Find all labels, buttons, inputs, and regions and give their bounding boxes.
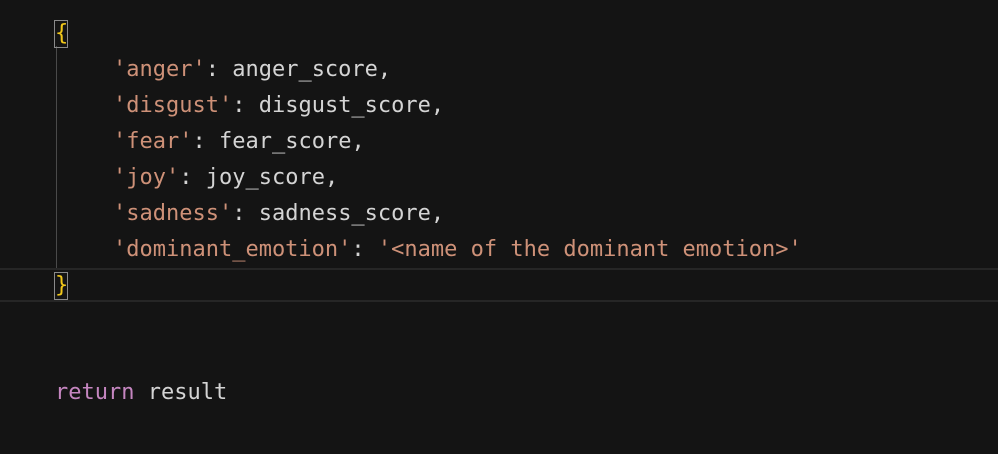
code-line-joy[interactable]: 'joy': joy_score,: [0, 160, 998, 196]
dict-value: joy_score: [205, 165, 325, 190]
dict-key: 'fear': [113, 129, 193, 154]
key-separator: :: [205, 57, 233, 82]
dict-key: 'dominant_emotion': [113, 237, 352, 262]
code-line-return[interactable]: return result: [0, 375, 998, 411]
dict-value: fear_score: [218, 129, 352, 154]
key-separator: :: [351, 237, 378, 262]
key-separator: :: [232, 201, 259, 226]
return-value: result: [147, 380, 228, 405]
current-line-highlight-top: [0, 268, 998, 270]
code-line-anger[interactable]: 'anger': anger_score,: [0, 52, 998, 88]
dict-key: 'anger': [113, 57, 206, 82]
trailing-comma: ,: [430, 93, 445, 118]
key-separator: :: [179, 165, 206, 190]
current-line-highlight-bottom: [0, 300, 998, 302]
code-editor[interactable]: { 'anger': anger_score, 'disgust': disgu…: [0, 0, 998, 454]
key-separator: :: [232, 93, 259, 118]
code-line-disgust[interactable]: 'disgust': disgust_score,: [0, 88, 998, 124]
close-brace-bracket-match: }: [54, 272, 69, 300]
dict-value: sadness_score: [258, 201, 431, 226]
code-line-fear[interactable]: 'fear': fear_score,: [0, 124, 998, 160]
open-brace-bracket-match: {: [54, 20, 69, 48]
trailing-comma: ,: [324, 165, 339, 190]
return-keyword: return: [55, 380, 135, 405]
trailing-comma: ,: [351, 129, 365, 154]
dict-value: disgust_score: [258, 93, 431, 118]
trailing-comma: ,: [377, 57, 392, 82]
dict-value: anger_score: [232, 57, 378, 82]
code-line-sadness[interactable]: 'sadness': sadness_score,: [0, 196, 998, 232]
string-literal: '<name of the dominant emotion>': [377, 237, 802, 262]
dict-key: 'joy': [113, 165, 180, 190]
key-separator: :: [192, 129, 219, 154]
dict-key: 'sadness': [113, 201, 233, 226]
code-line-dominant-emotion[interactable]: 'dominant_emotion': '<name of the domina…: [0, 232, 998, 268]
trailing-comma: ,: [430, 201, 445, 226]
dict-key: 'disgust': [113, 93, 233, 118]
